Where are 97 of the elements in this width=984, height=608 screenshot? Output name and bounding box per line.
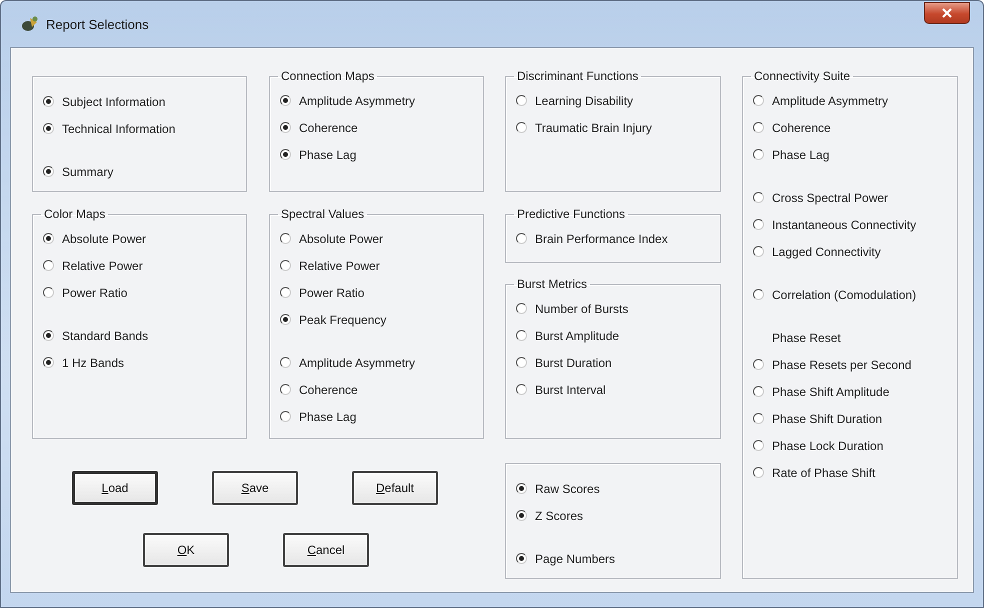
radio-button[interactable] [280, 95, 291, 106]
option-label[interactable]: Burst Duration [535, 356, 612, 370]
radio-button[interactable] [753, 413, 764, 424]
radio-button[interactable] [280, 149, 291, 160]
option-label[interactable]: Brain Performance Index [535, 232, 668, 246]
option-label[interactable]: Amplitude Asymmetry [299, 356, 416, 370]
radio-button[interactable] [280, 122, 291, 133]
radio-button[interactable] [516, 384, 527, 395]
option-label[interactable]: Number of Bursts [535, 302, 628, 316]
group-title: Connection Maps [280, 69, 376, 83]
radio-button[interactable] [516, 303, 527, 314]
option-label[interactable]: Coherence [299, 120, 358, 134]
radio-button[interactable] [280, 357, 291, 368]
radio-button[interactable] [280, 233, 291, 244]
option-label[interactable]: Amplitude Asymmetry [772, 94, 888, 108]
radio-button[interactable] [753, 289, 764, 300]
radio-button[interactable] [43, 287, 54, 298]
radio-button[interactable] [753, 192, 764, 203]
dialog-button[interactable]: Default [352, 471, 438, 505]
option-label[interactable]: Cross Spectral Power [772, 190, 888, 204]
option-label[interactable]: Burst Amplitude [535, 328, 620, 342]
radio-button[interactable] [43, 96, 54, 107]
dialog-button[interactable]: Cancel [283, 533, 369, 567]
radio-button[interactable] [280, 314, 291, 325]
dialog-button[interactable]: Save [212, 471, 298, 505]
radio-button[interactable] [753, 440, 764, 451]
radio-button[interactable] [516, 553, 527, 564]
group-title: Predictive Functions [516, 207, 626, 221]
group-title: Burst Metrics [516, 277, 588, 291]
option-label[interactable]: Phase Lag [299, 410, 356, 424]
dialog-button[interactable]: OK [143, 533, 229, 567]
radio-button[interactable] [753, 386, 764, 397]
option-label[interactable]: Phase Resets per Second [772, 358, 912, 372]
radio-button[interactable] [516, 122, 527, 133]
option-label[interactable]: Coherence [299, 382, 358, 396]
option-label[interactable]: 1 Hz Bands [62, 356, 124, 370]
option-label[interactable]: Absolute Power [62, 232, 146, 246]
radio-button[interactable] [753, 359, 764, 370]
option-label[interactable]: Correlation (Comodulation) [772, 288, 916, 302]
radio-button[interactable] [43, 260, 54, 271]
radio-button[interactable] [753, 219, 764, 230]
option-label[interactable]: Learning Disability [535, 94, 634, 108]
radio-button[interactable] [753, 95, 764, 106]
radio-button[interactable] [280, 411, 291, 422]
option-label[interactable]: Page Numbers [535, 552, 616, 566]
radio-button[interactable] [516, 357, 527, 368]
option-label[interactable]: Traumatic Brain Injury [535, 120, 652, 134]
option-label[interactable]: Lagged Connectivity [772, 244, 881, 258]
radio-button[interactable] [753, 467, 764, 478]
option-label[interactable]: Relative Power [62, 258, 143, 272]
option-label[interactable]: Coherence [772, 120, 831, 134]
radio-button[interactable] [280, 287, 291, 298]
group-title: Spectral Values [280, 207, 366, 221]
radio-button[interactable] [516, 510, 527, 521]
option-label[interactable]: Phase Shift Duration [772, 412, 882, 426]
app-icon [20, 15, 40, 33]
section-label: Phase Reset [771, 330, 841, 344]
option-label[interactable]: Technical Information [62, 122, 176, 136]
close-icon [942, 8, 952, 18]
option-label[interactable]: Phase Lag [299, 148, 356, 162]
group-title: Connectivity Suite [753, 69, 852, 83]
option-label[interactable]: Absolute Power [299, 232, 384, 246]
radio-button[interactable] [43, 166, 54, 177]
radio-button[interactable] [280, 384, 291, 395]
option-label[interactable]: Phase Lock Duration [772, 438, 884, 452]
radio-button[interactable] [753, 122, 764, 133]
option-label[interactable]: Phase Shift Amplitude [772, 384, 890, 398]
option-label[interactable]: Relative Power [299, 258, 380, 272]
radio-button[interactable] [43, 330, 54, 341]
option-label[interactable]: Peak Frequency [299, 312, 386, 326]
group-title: Discriminant Functions [516, 69, 640, 83]
radio-button[interactable] [753, 246, 764, 257]
radio-button[interactable] [43, 123, 54, 134]
option-label[interactable]: Subject Information [62, 94, 166, 108]
option-label[interactable]: Power Ratio [62, 286, 128, 300]
option-label[interactable]: Summary [62, 164, 114, 178]
window-title: Report Selections [46, 16, 149, 32]
option-label[interactable]: Instantaneous Connectivity [772, 218, 916, 232]
option-label[interactable]: Raw Scores [535, 482, 600, 496]
option-label[interactable]: Rate of Phase Shift [772, 466, 876, 480]
dialog-button[interactable]: Load [72, 471, 158, 505]
option-label[interactable]: Burst Interval [535, 382, 606, 396]
option-label[interactable]: Z Scores [535, 508, 584, 522]
radio-button[interactable] [43, 233, 54, 244]
option-label[interactable]: Amplitude Asymmetry [299, 94, 416, 108]
option-label[interactable]: Standard Bands [62, 328, 148, 342]
radio-button[interactable] [516, 483, 527, 494]
group-title: Color Maps [43, 207, 106, 221]
option-label[interactable]: Phase Lag [772, 148, 830, 162]
close-button[interactable] [924, 2, 970, 24]
radio-button[interactable] [516, 330, 527, 341]
radio-button[interactable] [516, 233, 527, 244]
radio-button[interactable] [280, 260, 291, 271]
option-label[interactable]: Power Ratio [299, 286, 364, 300]
radio-button[interactable] [753, 149, 764, 160]
radio-button[interactable] [516, 95, 527, 106]
radio-button[interactable] [43, 357, 54, 368]
